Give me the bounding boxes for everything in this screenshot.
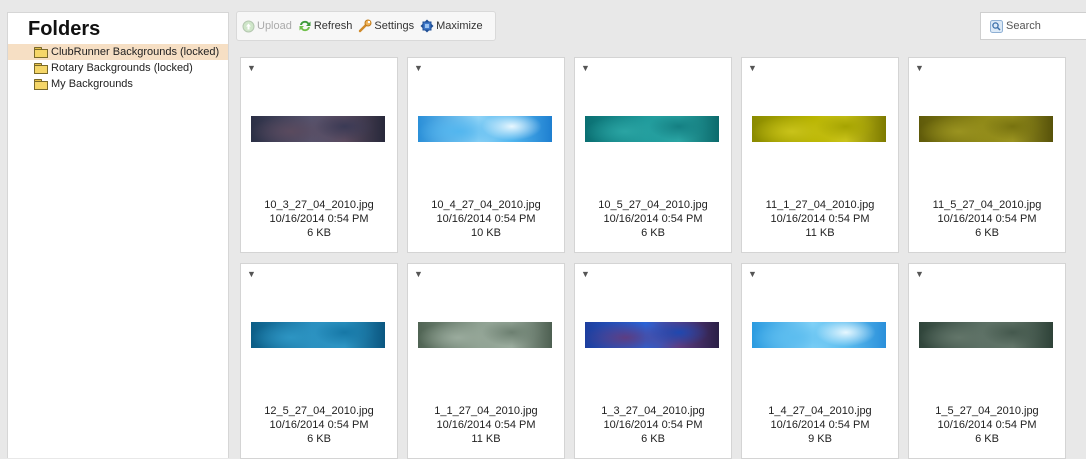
thumbnail-image[interactable] (418, 116, 552, 142)
file-size: 6 KB (641, 433, 665, 445)
file-size: 6 KB (307, 227, 331, 239)
thumbnail-image[interactable] (919, 116, 1053, 142)
file-name: 10_3_27_04_2010.jpg (264, 199, 374, 211)
folders-panel: Folders ClubRunner Backgrounds (locked) R… (7, 12, 229, 458)
folder-icon (34, 47, 48, 58)
upload-button[interactable]: Upload (241, 19, 292, 33)
file-size: 6 KB (641, 227, 665, 239)
file-date: 10/16/2014 0:54 PM (937, 213, 1037, 225)
folder-label: My Backgrounds (51, 78, 133, 90)
file-tile[interactable]: ▼ 1_3_27_04_2010.jpg 10/16/2014 0:54 PM 6 K… (574, 263, 732, 459)
file-name: 1_4_27_04_2010.jpg (768, 405, 872, 417)
settings-button[interactable]: Settings (358, 19, 414, 33)
wrench-icon (358, 19, 372, 33)
file-tile[interactable]: ▼ 11_5_27_04_2010.jpg 10/16/2014 0:54 PM 6 … (908, 57, 1066, 253)
file-date: 10/16/2014 0:54 PM (269, 213, 369, 225)
file-name: 12_5_27_04_2010.jpg (264, 405, 374, 417)
folder-item[interactable]: Rotary Backgrounds (locked) (8, 60, 228, 76)
file-size: 11 KB (471, 433, 501, 445)
folder-item[interactable]: ClubRunner Backgrounds (locked) (8, 44, 228, 60)
tile-menu-arrow-icon[interactable]: ▼ (748, 63, 757, 73)
refresh-button[interactable]: Refresh (298, 19, 353, 33)
tile-menu-arrow-icon[interactable]: ▼ (915, 269, 924, 279)
file-size: 6 KB (975, 433, 999, 445)
tile-menu-arrow-icon[interactable]: ▼ (748, 269, 757, 279)
tile-menu-arrow-icon[interactable]: ▼ (581, 63, 590, 73)
search-label: Search (1006, 20, 1041, 32)
tile-menu-arrow-icon[interactable]: ▼ (247, 63, 256, 73)
refresh-icon (298, 19, 312, 33)
file-tile[interactable]: ▼ 11_1_27_04_2010.jpg 10/16/2014 0:54 PM 11… (741, 57, 899, 253)
file-tile[interactable]: ▼ 10_4_27_04_2010.jpg 10/16/2014 0:54 PM 10… (407, 57, 565, 253)
thumbnail-image[interactable] (919, 322, 1053, 348)
file-date: 10/16/2014 0:54 PM (603, 213, 703, 225)
file-date: 10/16/2014 0:54 PM (269, 419, 369, 431)
upload-icon (241, 19, 255, 33)
file-browser: Upload Refresh Settings Maximize Search … (236, 11, 1086, 459)
file-date: 10/16/2014 0:54 PM (937, 419, 1037, 431)
file-tile[interactable]: ▼ 1_5_27_04_2010.jpg 10/16/2014 0:54 PM 6 K… (908, 263, 1066, 459)
file-size: 9 KB (808, 433, 832, 445)
tile-menu-arrow-icon[interactable]: ▼ (414, 269, 423, 279)
thumbnail-image[interactable] (752, 116, 886, 142)
file-date: 10/16/2014 0:54 PM (436, 419, 536, 431)
toolbar: Upload Refresh Settings Maximize Search (236, 11, 1086, 41)
maximize-button[interactable]: Maximize (420, 19, 483, 33)
refresh-label: Refresh (313, 20, 353, 32)
file-size: 6 KB (307, 433, 331, 445)
thumbnail-image[interactable] (752, 322, 886, 348)
file-size: 6 KB (975, 227, 999, 239)
file-date: 10/16/2014 0:54 PM (770, 419, 870, 431)
file-name: 10_4_27_04_2010.jpg (431, 199, 541, 211)
file-size: 11 KB (805, 227, 835, 239)
folder-icon (34, 63, 48, 74)
thumbnail-image[interactable] (585, 116, 719, 142)
file-tile[interactable]: ▼ 1_1_27_04_2010.jpg 10/16/2014 0:54 PM 11 … (407, 263, 565, 459)
maximize-label: Maximize (436, 20, 483, 32)
folder-label: ClubRunner Backgrounds (locked) (51, 46, 220, 58)
folder-label: Rotary Backgrounds (locked) (51, 62, 193, 74)
file-date: 10/16/2014 0:54 PM (603, 419, 703, 431)
settings-label: Settings (374, 20, 415, 32)
file-name: 1_3_27_04_2010.jpg (601, 405, 705, 417)
file-date: 10/16/2014 0:54 PM (436, 213, 536, 225)
search-field[interactable]: Search (980, 12, 1086, 40)
file-tile[interactable]: ▼ 10_3_27_04_2010.jpg 10/16/2014 0:54 PM 6 … (240, 57, 398, 253)
folder-item[interactable]: My Backgrounds (8, 76, 228, 92)
folder-icon (34, 79, 48, 90)
file-size: 10 KB (471, 227, 501, 239)
toolbar-button-group: Upload Refresh Settings Maximize (236, 11, 496, 41)
file-date: 10/16/2014 0:54 PM (770, 213, 870, 225)
file-tile[interactable]: ▼ 1_4_27_04_2010.jpg 10/16/2014 0:54 PM 9 K… (741, 263, 899, 459)
maximize-icon (420, 19, 434, 33)
folder-tree: ClubRunner Backgrounds (locked) Rotary Ba… (8, 44, 228, 92)
upload-label: Upload (257, 20, 292, 32)
tile-menu-arrow-icon[interactable]: ▼ (414, 63, 423, 73)
tile-menu-arrow-icon[interactable]: ▼ (581, 269, 590, 279)
file-name: 10_5_27_04_2010.jpg (598, 199, 708, 211)
thumbnail-image[interactable] (418, 322, 552, 348)
file-name: 1_1_27_04_2010.jpg (434, 405, 538, 417)
file-tile[interactable]: ▼ 12_5_27_04_2010.jpg 10/16/2014 0:54 PM 6 … (240, 263, 398, 459)
file-name: 1_5_27_04_2010.jpg (935, 405, 1039, 417)
tile-menu-arrow-icon[interactable]: ▼ (915, 63, 924, 73)
file-name: 11_1_27_04_2010.jpg (765, 199, 875, 211)
search-icon (989, 19, 1003, 33)
thumbnail-image[interactable] (585, 322, 719, 348)
thumbnail-image[interactable] (251, 322, 385, 348)
tile-menu-arrow-icon[interactable]: ▼ (247, 269, 256, 279)
folders-title: Folders (28, 18, 101, 40)
thumbnail-image[interactable] (251, 116, 385, 142)
file-tile[interactable]: ▼ 10_5_27_04_2010.jpg 10/16/2014 0:54 PM 6 … (574, 57, 732, 253)
file-name: 11_5_27_04_2010.jpg (932, 199, 1042, 211)
